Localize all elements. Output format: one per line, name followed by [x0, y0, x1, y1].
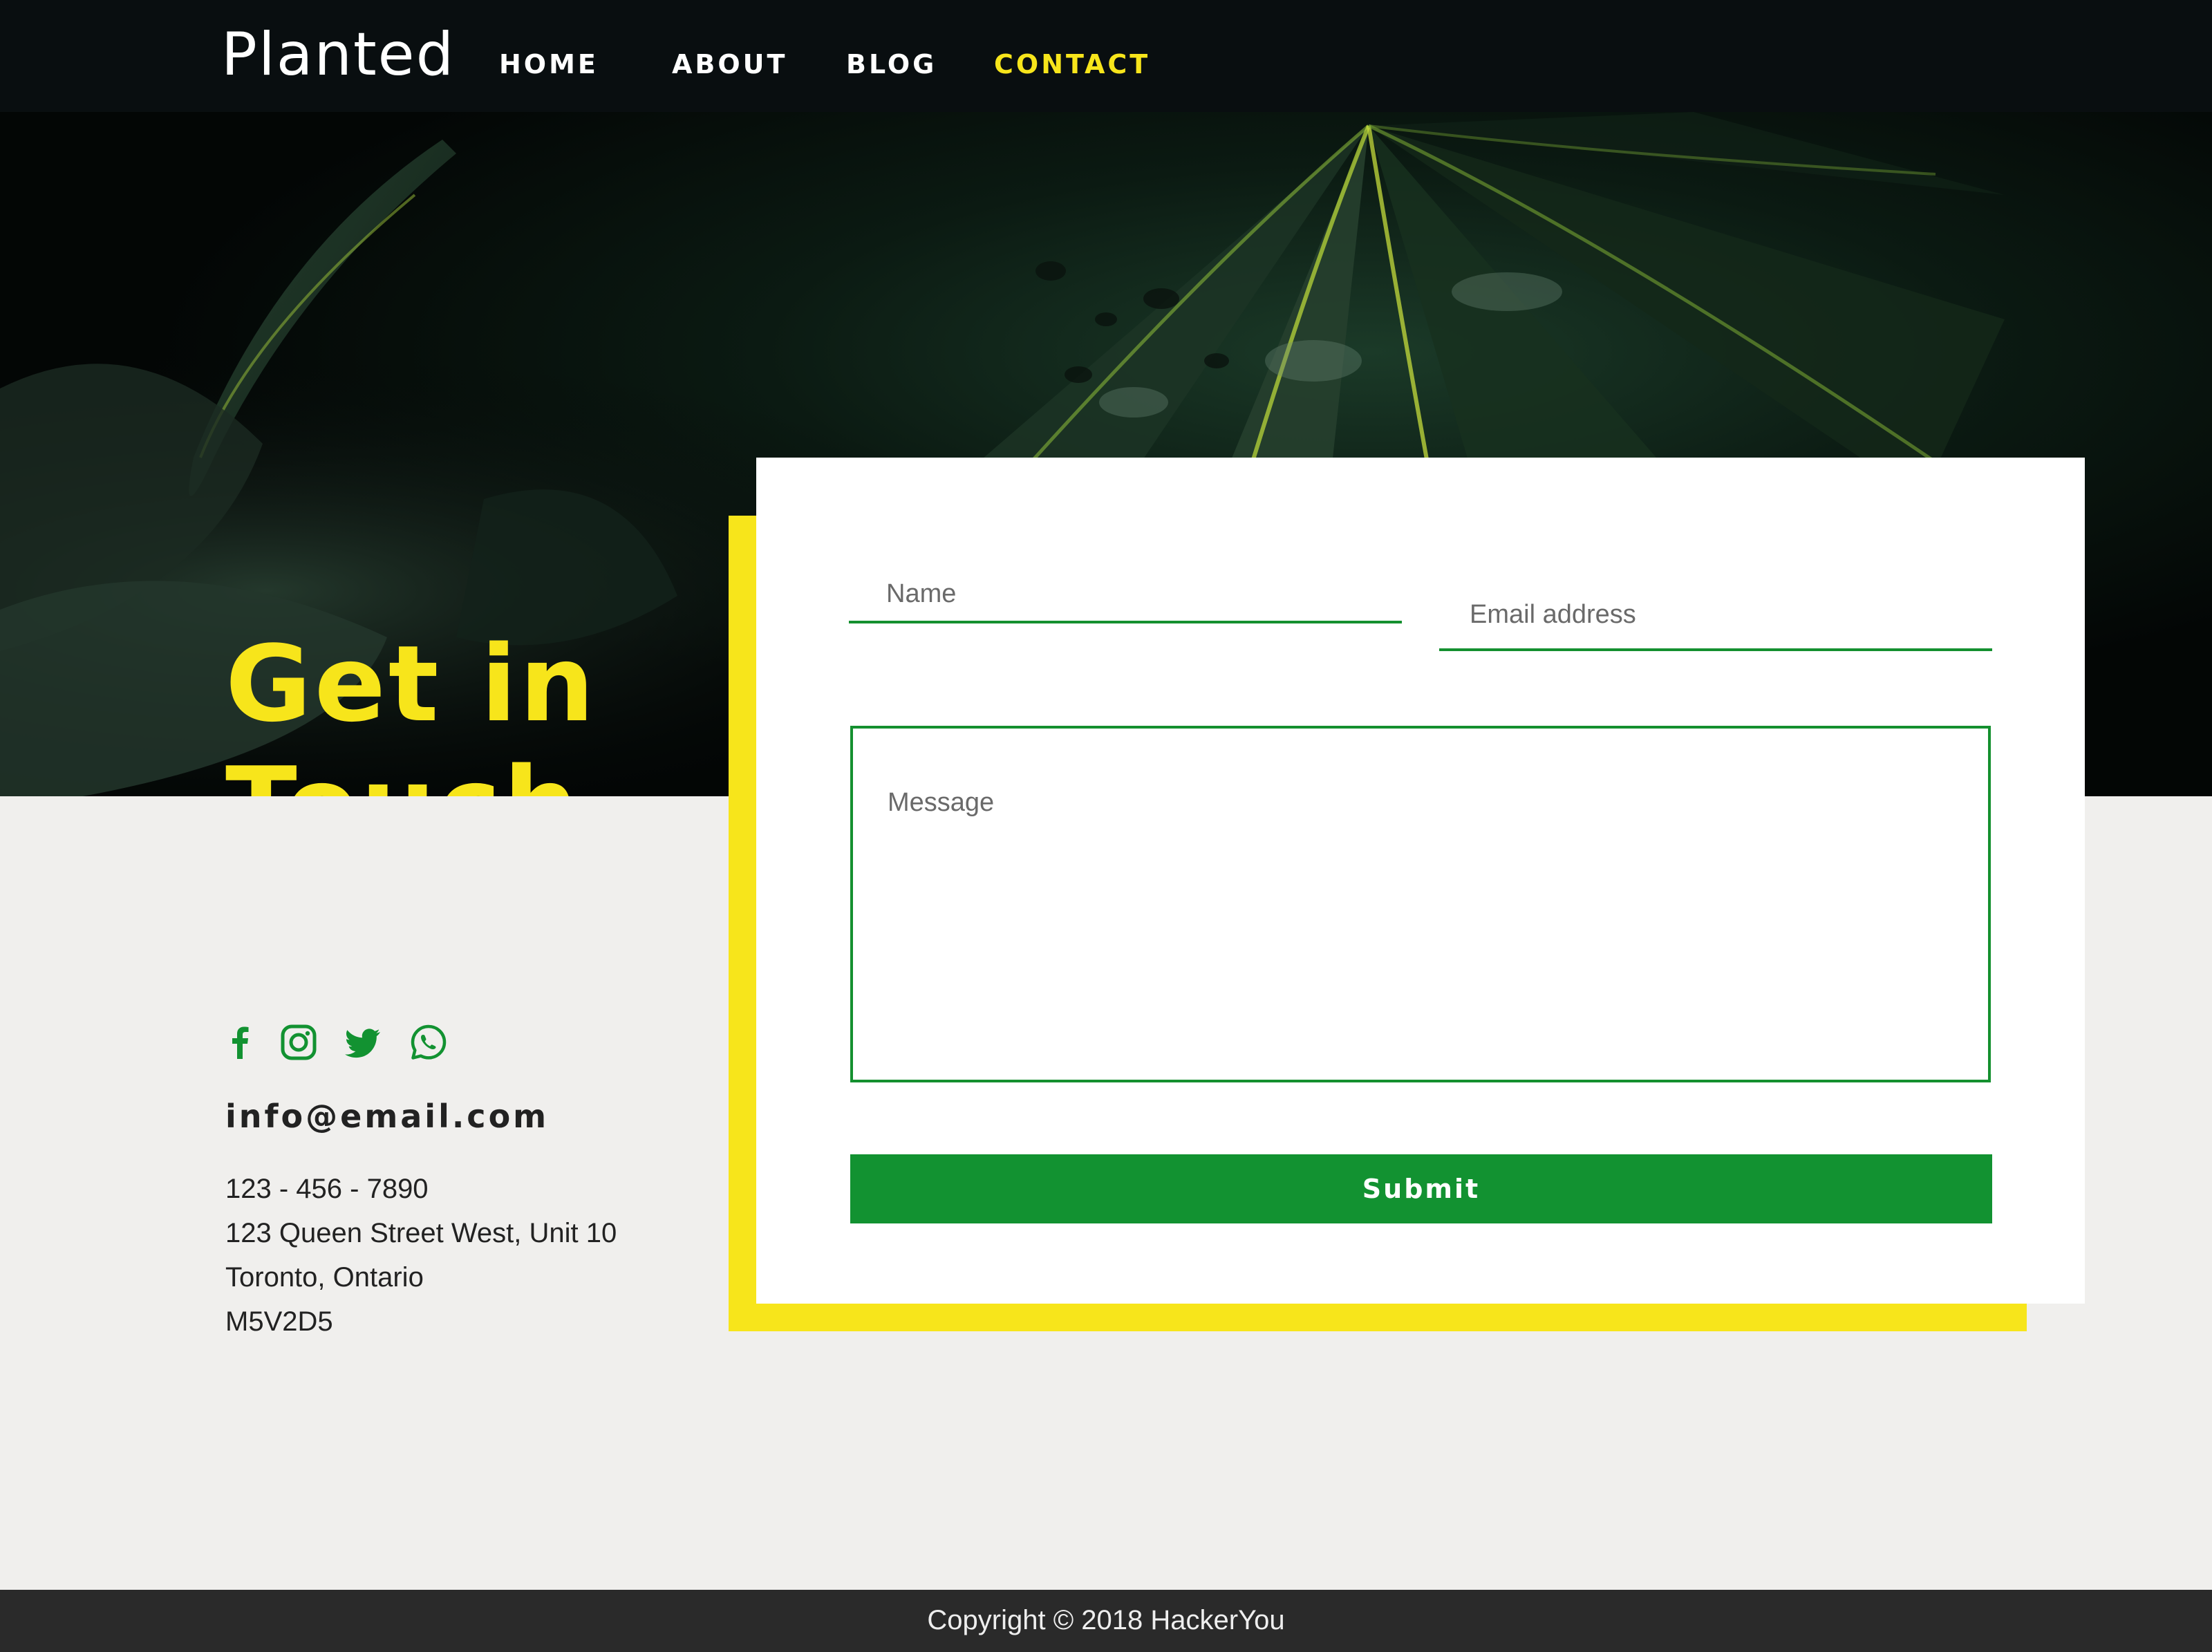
- message-textarea[interactable]: [850, 726, 1991, 1082]
- contact-phone: 123 - 456 - 7890: [225, 1174, 429, 1204]
- submit-button[interactable]: Submit: [850, 1154, 1992, 1223]
- whatsapp-icon[interactable]: [409, 1023, 448, 1062]
- address-postal-code: M5V2D5: [225, 1306, 333, 1337]
- facebook-icon[interactable]: [221, 1023, 260, 1062]
- contact-email[interactable]: info@email.com: [225, 1100, 549, 1132]
- top-navbar: Planted HOME ABOUT BLOG CONTACT: [0, 0, 2212, 112]
- name-input[interactable]: [849, 567, 1402, 623]
- copyright-text: Copyright © 2018 HackerYou: [927, 1605, 1285, 1635]
- instagram-icon[interactable]: [279, 1023, 318, 1062]
- title-line-2: Touch: [225, 745, 597, 797]
- site-logo[interactable]: Planted: [221, 25, 455, 84]
- nav-item-home[interactable]: HOME: [499, 51, 599, 77]
- title-line-1: Get in: [225, 623, 597, 745]
- site-footer: Copyright © 2018 HackerYou: [0, 1590, 2212, 1652]
- address-city: Toronto, Ontario: [225, 1262, 424, 1293]
- twitter-icon[interactable]: [344, 1023, 383, 1062]
- nav-item-about[interactable]: ABOUT: [672, 51, 787, 77]
- address-street: 123 Queen Street West, Unit 10: [225, 1218, 617, 1248]
- page-title: Get in Touch: [225, 623, 597, 797]
- nav-item-contact[interactable]: CONTACT: [994, 51, 1150, 77]
- email-input[interactable]: [1439, 581, 1992, 651]
- nav-item-blog[interactable]: BLOG: [846, 51, 937, 77]
